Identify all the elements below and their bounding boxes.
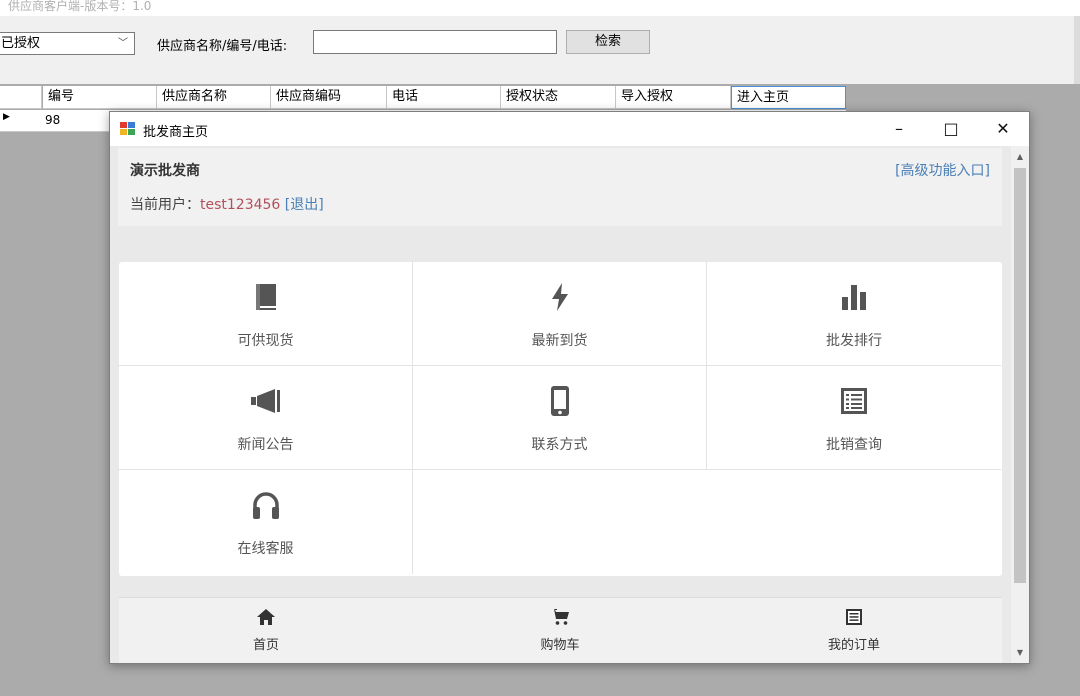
- maximize-button[interactable]: □: [925, 112, 977, 146]
- current-user-line: 当前用户：test123456 [退出]: [130, 194, 324, 214]
- tab-cart[interactable]: 购物车: [413, 598, 707, 663]
- list-icon: [707, 384, 1001, 418]
- search-input[interactable]: [313, 30, 557, 54]
- search-button[interactable]: 检索: [566, 30, 650, 54]
- scroll-down-icon[interactable]: ▼: [1011, 648, 1029, 657]
- close-button[interactable]: ✕: [977, 112, 1029, 146]
- scroll-up-icon[interactable]: ▲: [1011, 152, 1029, 161]
- merchant-name: 演示批发商: [130, 163, 200, 179]
- phone-icon: [413, 384, 706, 418]
- auth-status-value: 已授权: [1, 36, 41, 51]
- chevron-down-icon: ﹀: [118, 38, 128, 49]
- order-list-icon: [707, 606, 1001, 628]
- menu-item-wholesale-ranking[interactable]: 批发排行: [707, 262, 1001, 366]
- function-menu-grid: 可供现货 最新到货 批发排行 新闻公告 联系方式 批销查询 在线客服: [119, 262, 1002, 576]
- tab-my-orders[interactable]: 我的订单: [707, 598, 1001, 663]
- window-scrollbar[interactable]: ▲ ▼: [1011, 146, 1029, 663]
- search-label: 供应商名称/编号/电话:: [157, 39, 288, 54]
- minimize-button[interactable]: –: [873, 112, 925, 146]
- menu-item-label: 批发排行: [826, 333, 882, 349]
- row-selector-icon: ▶: [3, 112, 10, 122]
- app-title: 供应商客户端-版本号：1.0: [8, 0, 152, 13]
- bolt-icon: [413, 280, 706, 314]
- bottom-tab-bar: 首页 购物车 我的订单: [119, 597, 1002, 663]
- home-icon: [119, 606, 413, 628]
- headphones-icon: [119, 488, 412, 522]
- column-header-id[interactable]: 编号: [43, 86, 157, 109]
- row-id-cell[interactable]: 98: [45, 113, 60, 127]
- user-info-panel: 演示批发商 [高级功能入口] 当前用户：test123456 [退出]: [118, 148, 1002, 226]
- wholesaler-home-window: 批发商主页 – □ ✕ 演示批发商 [高级功能入口] 当前用户：test1234…: [109, 111, 1030, 664]
- menu-item-label: 最新到货: [531, 333, 588, 349]
- window-title-bar[interactable]: 批发商主页 – □ ✕: [110, 112, 1029, 146]
- bar-chart-icon: [707, 280, 1001, 314]
- column-header-enter-home[interactable]: 进入主页: [731, 86, 846, 109]
- tab-home[interactable]: 首页: [119, 598, 413, 663]
- menu-item-label: 批销查询: [826, 437, 882, 453]
- menu-item-sales-query[interactable]: 批销查询: [707, 366, 1001, 470]
- menu-item-news[interactable]: 新闻公告: [119, 366, 413, 470]
- app-window-icon: [120, 122, 135, 135]
- tab-label: 我的订单: [827, 638, 880, 653]
- auth-status-select[interactable]: 已授权 ﹀: [0, 32, 135, 55]
- toolbar-scrollbar[interactable]: [1074, 16, 1080, 84]
- menu-item-label: 联系方式: [531, 437, 588, 453]
- column-header-import-auth[interactable]: 导入授权: [616, 86, 731, 109]
- menu-item-online-service[interactable]: 在线客服: [119, 470, 413, 574]
- advanced-features-link[interactable]: [高级功能入口]: [895, 160, 990, 180]
- tab-label: 首页: [252, 638, 279, 653]
- menu-item-label: 在线客服: [237, 541, 294, 557]
- column-header-auth-status[interactable]: 授权状态: [501, 86, 616, 109]
- window-title: 批发商主页: [143, 125, 209, 140]
- window-content: 演示批发商 [高级功能入口] 当前用户：test123456 [退出] 可供现货…: [110, 146, 1010, 663]
- menu-item-label: 新闻公告: [237, 437, 294, 453]
- cart-icon: [413, 606, 707, 628]
- grid-corner-header: [0, 86, 42, 109]
- menu-item-available-stock[interactable]: 可供现货: [119, 262, 413, 366]
- menu-item-label: 可供现货: [237, 333, 294, 349]
- megaphone-icon: [119, 384, 412, 418]
- column-header-supplier-name[interactable]: 供应商名称: [157, 86, 271, 109]
- tab-label: 购物车: [540, 638, 580, 653]
- menu-item-new-arrivals[interactable]: 最新到货: [413, 262, 707, 366]
- current-username: test123456: [200, 197, 281, 213]
- menu-item-contact[interactable]: 联系方式: [413, 366, 707, 470]
- book-icon: [119, 280, 412, 314]
- column-header-supplier-code[interactable]: 供应商编码: [271, 86, 387, 109]
- logout-link[interactable]: [退出]: [285, 197, 324, 213]
- app-title-bar: 供应商客户端-版本号：1.0: [0, 0, 1080, 16]
- scrollbar-thumb[interactable]: [1014, 168, 1026, 583]
- column-header-phone[interactable]: 电话: [387, 86, 501, 109]
- current-user-label: 当前用户：: [130, 197, 200, 213]
